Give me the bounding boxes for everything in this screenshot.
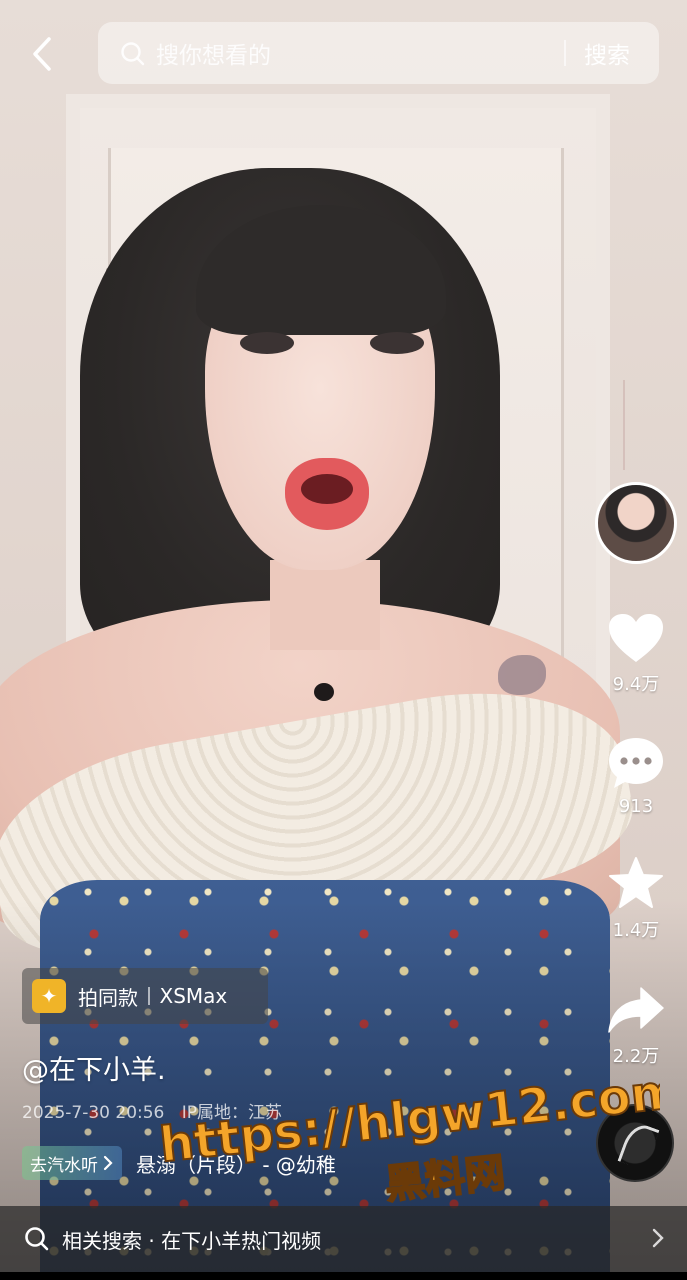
ip-location: IP属地：江苏 <box>181 1103 283 1123</box>
share-count: 2.2万 <box>612 1046 660 1067</box>
back-arrow-icon <box>33 37 51 71</box>
related-search-bar[interactable]: 相关搜索 · 在下小羊热门视频 <box>0 1206 687 1272</box>
related-search-text: 相关搜索 · 在下小羊热门视频 <box>62 1228 322 1253</box>
music-title[interactable]: 悬溺（片段） - @幼稚 <box>136 1149 336 1178</box>
post-date: 2025-7-30 20:56 <box>22 1103 165 1123</box>
search-bar[interactable]: 搜你想看的 搜索 <box>98 22 659 84</box>
subject-neck <box>270 560 380 650</box>
favorite-button[interactable]: 1.4万 <box>600 856 672 942</box>
chevron-right-icon <box>652 1228 664 1248</box>
back-button[interactable] <box>22 30 62 78</box>
subject-necklace <box>314 683 334 701</box>
video-frame[interactable] <box>0 0 687 1280</box>
share-icon <box>608 987 664 1033</box>
template-divider <box>148 987 150 1005</box>
like-button[interactable]: 9.4万 <box>600 612 672 696</box>
shoot-same-template-chip[interactable]: ✦ 拍同款 XSMax <box>22 968 268 1024</box>
bottom-strip <box>0 1272 687 1280</box>
sparkle-icon: ✦ <box>32 979 66 1013</box>
music-row[interactable]: 去汽水听 悬溺（片段） - @幼稚 <box>22 1146 336 1180</box>
post-meta: 2025-7-30 20:56 IP属地：江苏 <box>22 1098 282 1123</box>
subject-tattoo <box>498 655 546 695</box>
template-label: 拍同款 <box>78 985 138 1010</box>
subject-mouth <box>285 458 369 530</box>
author-name[interactable]: @在下小羊. <box>22 1048 166 1087</box>
wall-decoration <box>623 380 663 470</box>
music-disc-icon[interactable] <box>596 1104 674 1182</box>
subject-eye-left <box>240 332 294 354</box>
comment-icon <box>609 738 663 788</box>
listen-in-app-chip[interactable]: 去汽水听 <box>22 1146 122 1180</box>
template-name: XSMax <box>159 984 228 1008</box>
comment-button[interactable]: 913 <box>600 736 672 817</box>
search-icon <box>25 1227 49 1251</box>
like-count: 9.4万 <box>612 674 660 695</box>
subject-eye-right <box>370 332 424 354</box>
search-input[interactable]: 搜你想看的 <box>156 36 271 70</box>
share-button[interactable]: 2.2万 <box>600 986 672 1068</box>
listen-label: 去汽水听 <box>30 1155 98 1176</box>
search-icon <box>121 42 145 66</box>
star-icon <box>609 857 663 908</box>
heart-icon <box>609 614 663 662</box>
comment-count: 913 <box>618 796 654 817</box>
chevron-right-icon <box>103 1155 113 1171</box>
search-divider <box>564 40 566 66</box>
search-submit-button[interactable]: 搜索 <box>584 36 630 70</box>
author-avatar[interactable] <box>595 482 677 564</box>
favorite-count: 1.4万 <box>612 920 660 941</box>
